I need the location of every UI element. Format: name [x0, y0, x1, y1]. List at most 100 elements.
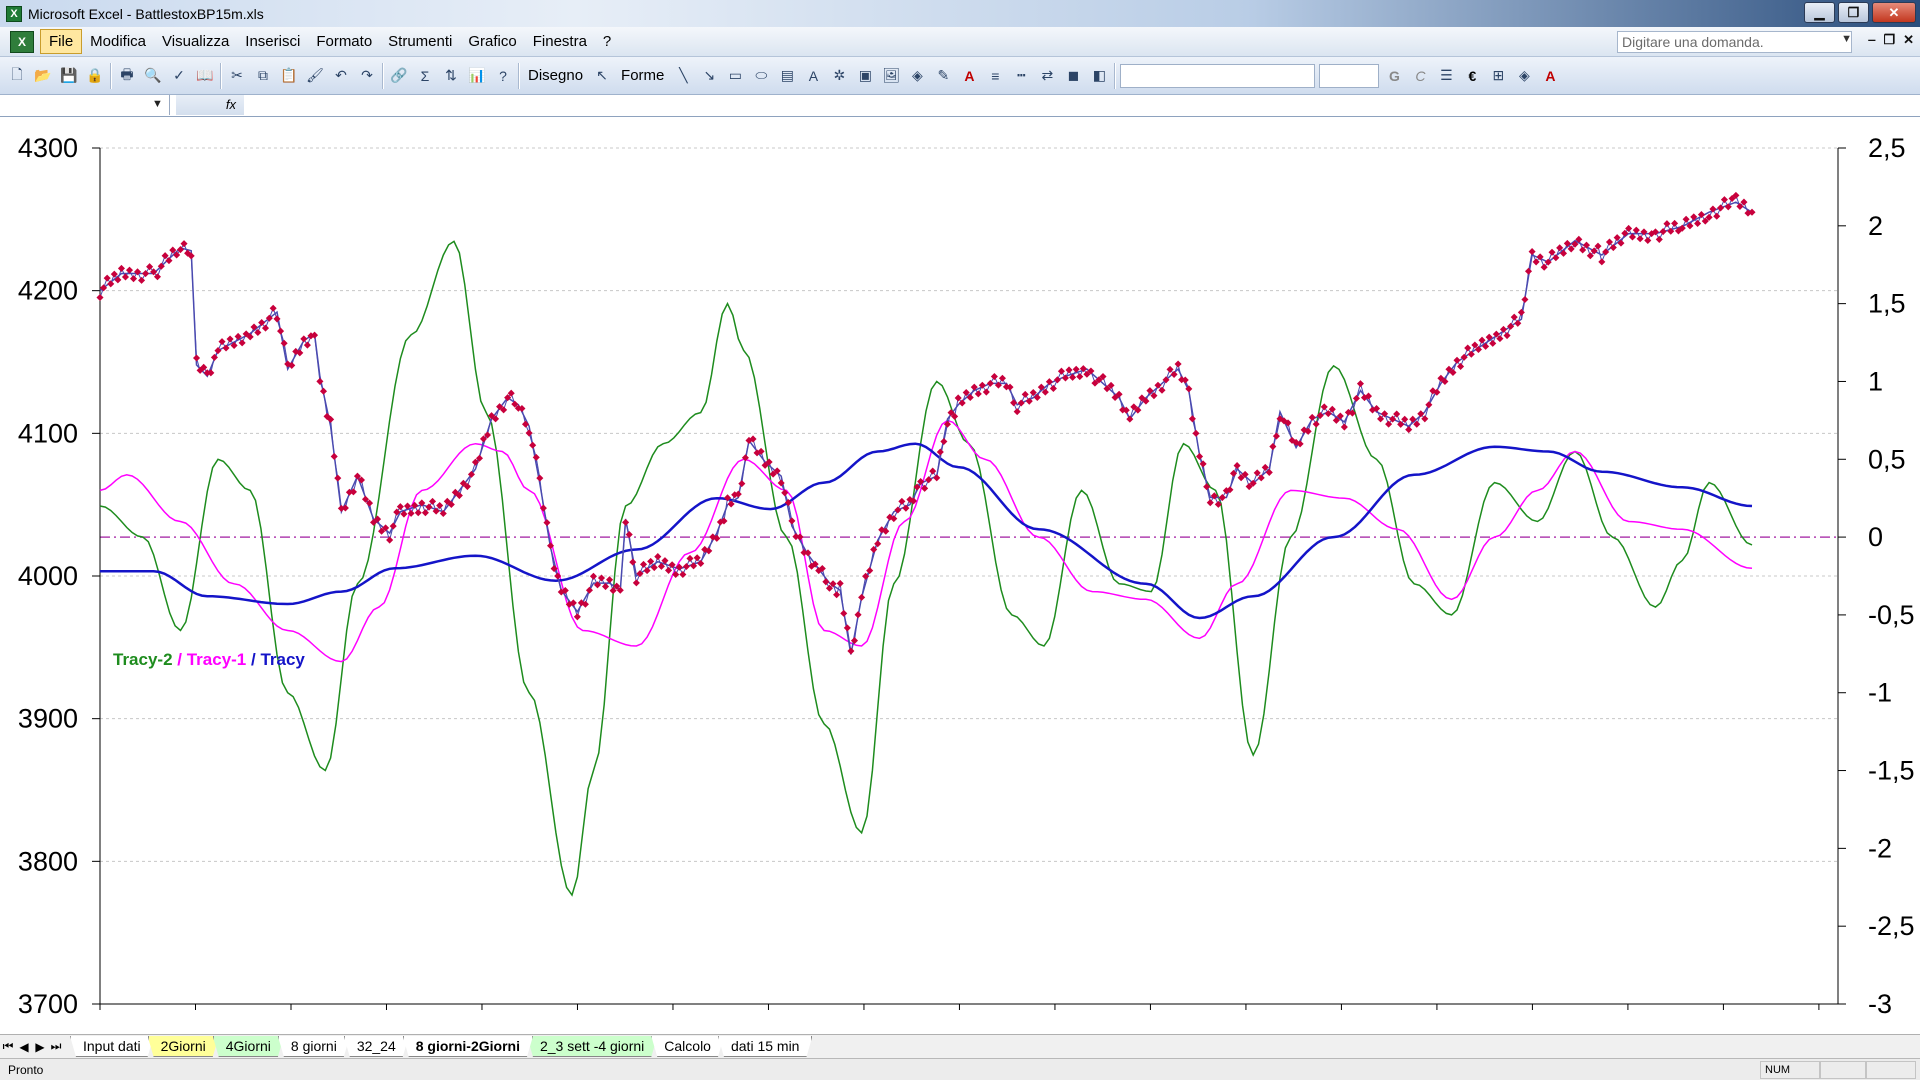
font-size-combo[interactable] [1319, 63, 1380, 88]
menu-strumenti[interactable]: Strumenti [380, 30, 460, 53]
format-painter-icon[interactable]: 🖌 [304, 65, 326, 87]
price-marker [1659, 228, 1667, 236]
minimize-button[interactable]: ▁ [1804, 2, 1835, 23]
doc-restore-button[interactable]: ❐ [1883, 32, 1895, 48]
price-marker [1717, 204, 1725, 212]
menu-visualizza[interactable]: Visualizza [154, 30, 237, 53]
chevron-down-icon[interactable]: ▼ [152, 98, 163, 110]
price-marker [940, 437, 948, 446]
ask-question-input[interactable]: Digitare una domanda. [1617, 31, 1852, 53]
price-marker [1425, 401, 1433, 409]
sheet-tab[interactable]: 8 giorni [278, 1036, 350, 1057]
cut-icon[interactable]: ✂ [226, 65, 248, 87]
select-pointer-icon[interactable]: ↖ [591, 65, 613, 87]
sheet-tab[interactable]: 32_24 [344, 1036, 409, 1057]
sheet-tab[interactable]: dati 15 min [718, 1036, 812, 1057]
sort-icon[interactable]: ⇅ [440, 65, 462, 87]
print-preview-icon[interactable]: 🔍 [142, 65, 164, 87]
line-icon[interactable]: ╲ [672, 65, 694, 87]
sheet-tab[interactable]: 2Giorni [148, 1036, 219, 1057]
redo-icon[interactable]: ↷ [356, 65, 378, 87]
chart-doc-icon[interactable]: X [10, 30, 34, 53]
next-sheet-icon[interactable]: ▶ [32, 1040, 48, 1054]
price-marker [193, 354, 201, 362]
sheet-tab[interactable]: 4Giorni [213, 1036, 284, 1057]
fill-bucket-icon[interactable]: ◈ [1513, 65, 1535, 87]
undo-icon[interactable]: ↶ [330, 65, 352, 87]
open-folder-icon[interactable]: 📂 [32, 65, 54, 87]
borders-icon[interactable]: ⊞ [1487, 65, 1509, 87]
oval-icon[interactable]: ⬭ [750, 65, 772, 87]
permission-icon[interactable]: 🔒 [84, 65, 106, 87]
menu-help[interactable]: ? [595, 30, 619, 53]
doc-minimize-button[interactable]: ‒ [1868, 32, 1875, 48]
price-marker [1617, 239, 1625, 247]
last-sheet-icon[interactable]: ⏭ [48, 1039, 64, 1054]
sheet-tab[interactable]: Calcolo [651, 1036, 724, 1057]
price-marker [847, 647, 855, 655]
chevron-down-icon[interactable]: ▼ [1841, 33, 1852, 45]
3d-icon[interactable]: ◧ [1088, 65, 1110, 87]
doc-close-button[interactable]: ✕ [1903, 32, 1914, 48]
y-left-tick-label: 4200 [18, 276, 78, 306]
first-sheet-icon[interactable]: ⏮ [0, 1039, 16, 1054]
rectangle-icon[interactable]: ▭ [724, 65, 746, 87]
font-color-icon[interactable]: A [958, 65, 980, 87]
chart-wizard-icon[interactable]: 📊 [466, 65, 488, 87]
paste-icon[interactable]: 📋 [278, 65, 300, 87]
chart-area[interactable]: 4300 4200 4100 4000 3900 3800 3700 2,5 2 1,5 1 0,5 0… [0, 117, 1920, 1034]
price-marker [1552, 254, 1560, 262]
menu-formato[interactable]: Formato [308, 30, 380, 53]
menu-inserisci[interactable]: Inserisci [237, 30, 308, 53]
shadow-icon[interactable]: ◼ [1062, 65, 1084, 87]
menu-modifica[interactable]: Modifica [82, 30, 154, 53]
text-color-icon[interactable]: A [1539, 65, 1561, 87]
menu-file[interactable]: File [40, 29, 83, 54]
save-icon[interactable]: 💾 [58, 65, 80, 87]
price-marker [1053, 376, 1061, 384]
arrow-icon[interactable]: ↘ [698, 65, 720, 87]
print-icon[interactable]: 🖶 [116, 65, 138, 87]
align-icon[interactable]: ☰ [1435, 65, 1457, 87]
clipart-icon[interactable]: ▣ [854, 65, 876, 87]
italic-button[interactable]: C [1409, 65, 1431, 87]
price-marker [639, 560, 648, 568]
menu-finestra[interactable]: Finestra [525, 30, 595, 53]
euro-button[interactable]: € [1461, 65, 1483, 87]
dash-style-icon[interactable]: ┅ [1010, 65, 1032, 87]
close-button[interactable]: ✕ [1872, 2, 1916, 23]
spelling-icon[interactable]: ✓ [168, 65, 190, 87]
arrow-style-icon[interactable]: ⇄ [1036, 65, 1058, 87]
restore-button[interactable]: ❐ [1838, 2, 1869, 23]
price-marker [1045, 378, 1053, 386]
line-color-icon[interactable]: ✎ [932, 65, 954, 87]
new-file-icon[interactable]: 🗋 [6, 65, 28, 87]
bold-button[interactable]: G [1383, 65, 1405, 87]
sheet-tab[interactable]: Input dati [70, 1036, 154, 1057]
copy-icon[interactable]: ⧉ [252, 65, 274, 87]
prev-sheet-icon[interactable]: ◀ [16, 1040, 32, 1054]
textbox-icon[interactable]: ▤ [776, 65, 798, 87]
price-marker [1510, 313, 1518, 321]
name-box[interactable] [0, 95, 170, 115]
line-style-icon[interactable]: ≡ [984, 65, 1006, 87]
diagram-icon[interactable]: ✲ [828, 65, 850, 87]
y-right-tick-label: -1,5 [1868, 756, 1915, 786]
sheet-tab[interactable]: 8 giorni-2Giorni [403, 1036, 533, 1057]
sum-icon[interactable]: Σ [414, 65, 436, 87]
price-marker [1644, 236, 1652, 244]
wordart-icon[interactable]: A [802, 65, 824, 87]
price-marker [1076, 373, 1084, 381]
price-marker [986, 379, 994, 387]
sheet-tab[interactable]: 2_3 sett -4 giorni [527, 1036, 657, 1057]
help-icon[interactable]: ? [492, 65, 514, 87]
draw-menu-button[interactable]: Disegno [524, 65, 587, 87]
menu-grafico[interactable]: Grafico [460, 30, 524, 53]
shapes-menu-button[interactable]: Forme [617, 65, 668, 87]
function-icon[interactable]: fx [176, 95, 244, 115]
picture-icon[interactable]: 🖼 [880, 65, 902, 87]
font-name-combo[interactable] [1120, 63, 1316, 88]
fill-color-icon[interactable]: ◈ [906, 65, 928, 87]
hyperlink-icon[interactable]: 🔗 [388, 65, 410, 87]
research-icon[interactable]: 📖 [194, 65, 216, 87]
